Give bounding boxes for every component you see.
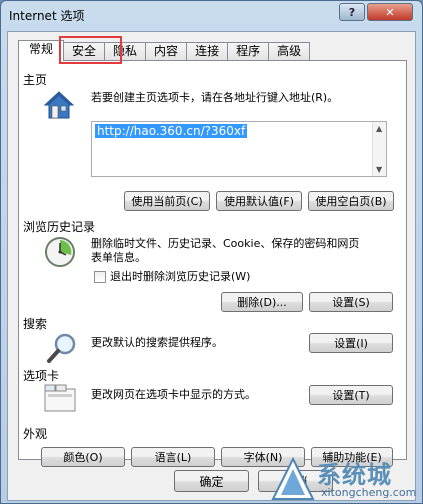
- use-blank-button[interactable]: 使用空白页(B): [308, 191, 394, 211]
- tabs-section-label: 选项卡: [23, 369, 60, 383]
- homepage-url-value: http://hao.360.cn/?360xf: [95, 124, 248, 138]
- tab-programs[interactable]: 程序: [227, 42, 270, 60]
- help-button[interactable]: ?: [339, 3, 365, 21]
- search-settings-button[interactable]: 设置(I): [309, 333, 393, 353]
- delete-history-on-exit-checkbox[interactable]: [94, 271, 106, 283]
- textarea-scrollbar[interactable]: ▲ ▼: [372, 122, 386, 176]
- ok-button[interactable]: 确定: [174, 470, 249, 492]
- history-description-line1: 删除临时文件、历史记录、Cookie、保存的密码和网页: [91, 237, 360, 250]
- appearance-section-label: 外观: [23, 427, 48, 441]
- dialog-client-area: 常规 安全 隐私 内容 连接 程序 高级 主页 若要创建主页选项卡，请在各地址行…: [7, 31, 416, 501]
- tab-advanced[interactable]: 高级: [268, 42, 311, 60]
- homepage-section-label: 主页: [23, 73, 48, 87]
- clock-history-icon: [43, 235, 77, 269]
- tabs-description: 更改网页在选项卡中显示的方式。: [91, 388, 256, 401]
- security-tab-highlight: [59, 36, 122, 64]
- languages-button[interactable]: 语言(L): [131, 447, 215, 467]
- watermark-text: 系统城: [317, 461, 392, 489]
- tab-connections[interactable]: 连接: [186, 42, 229, 60]
- homepage-url-textarea[interactable]: http://hao.360.cn/?360xf ▲ ▼: [91, 121, 387, 177]
- tabs-settings-button[interactable]: 设置(T): [309, 385, 393, 405]
- title-bar[interactable]: Internet 选项 ? ✕: [1, 1, 422, 31]
- search-section-label: 搜索: [23, 317, 48, 331]
- colors-button[interactable]: 颜色(O): [41, 447, 125, 467]
- tabs-icon: [43, 383, 77, 415]
- scroll-down-icon[interactable]: ▼: [376, 165, 382, 174]
- delete-history-on-exit-label[interactable]: 退出时删除浏览历史记录(W): [110, 270, 250, 284]
- use-default-button[interactable]: 使用默认值(F): [216, 191, 302, 211]
- close-button[interactable]: ✕: [367, 3, 413, 21]
- scroll-up-icon[interactable]: ▲: [376, 124, 382, 133]
- history-description-line2: 表单信息。: [91, 251, 146, 264]
- history-section-label: 浏览历史记录: [23, 220, 96, 234]
- internet-options-window: Internet 选项 ? ✕ 常规 安全 隐私 内容 连接 程序 高级 主页: [0, 0, 423, 504]
- watermark-logo-icon: [271, 456, 315, 500]
- house-icon: [43, 89, 75, 121]
- homepage-description: 若要创建主页选项卡，请在各地址行键入地址(R)。: [91, 91, 339, 104]
- use-current-button[interactable]: 使用当前页(C): [124, 191, 210, 211]
- history-settings-button[interactable]: 设置(S): [309, 292, 393, 312]
- delete-history-button[interactable]: 删除(D)...: [221, 292, 303, 312]
- magnifier-icon: [45, 331, 79, 365]
- watermark-url: xitongcheng.com: [321, 486, 417, 499]
- search-description: 更改默认的搜索提供程序。: [91, 336, 223, 349]
- window-title: Internet 选项: [9, 9, 85, 23]
- general-tab-panel: 主页 若要创建主页选项卡，请在各地址行键入地址(R)。 http://hao.3…: [18, 60, 407, 467]
- tab-general[interactable]: 常规: [18, 40, 65, 61]
- watermark: 系统城 xitongcheng.com: [269, 453, 423, 504]
- tab-content[interactable]: 内容: [145, 42, 188, 60]
